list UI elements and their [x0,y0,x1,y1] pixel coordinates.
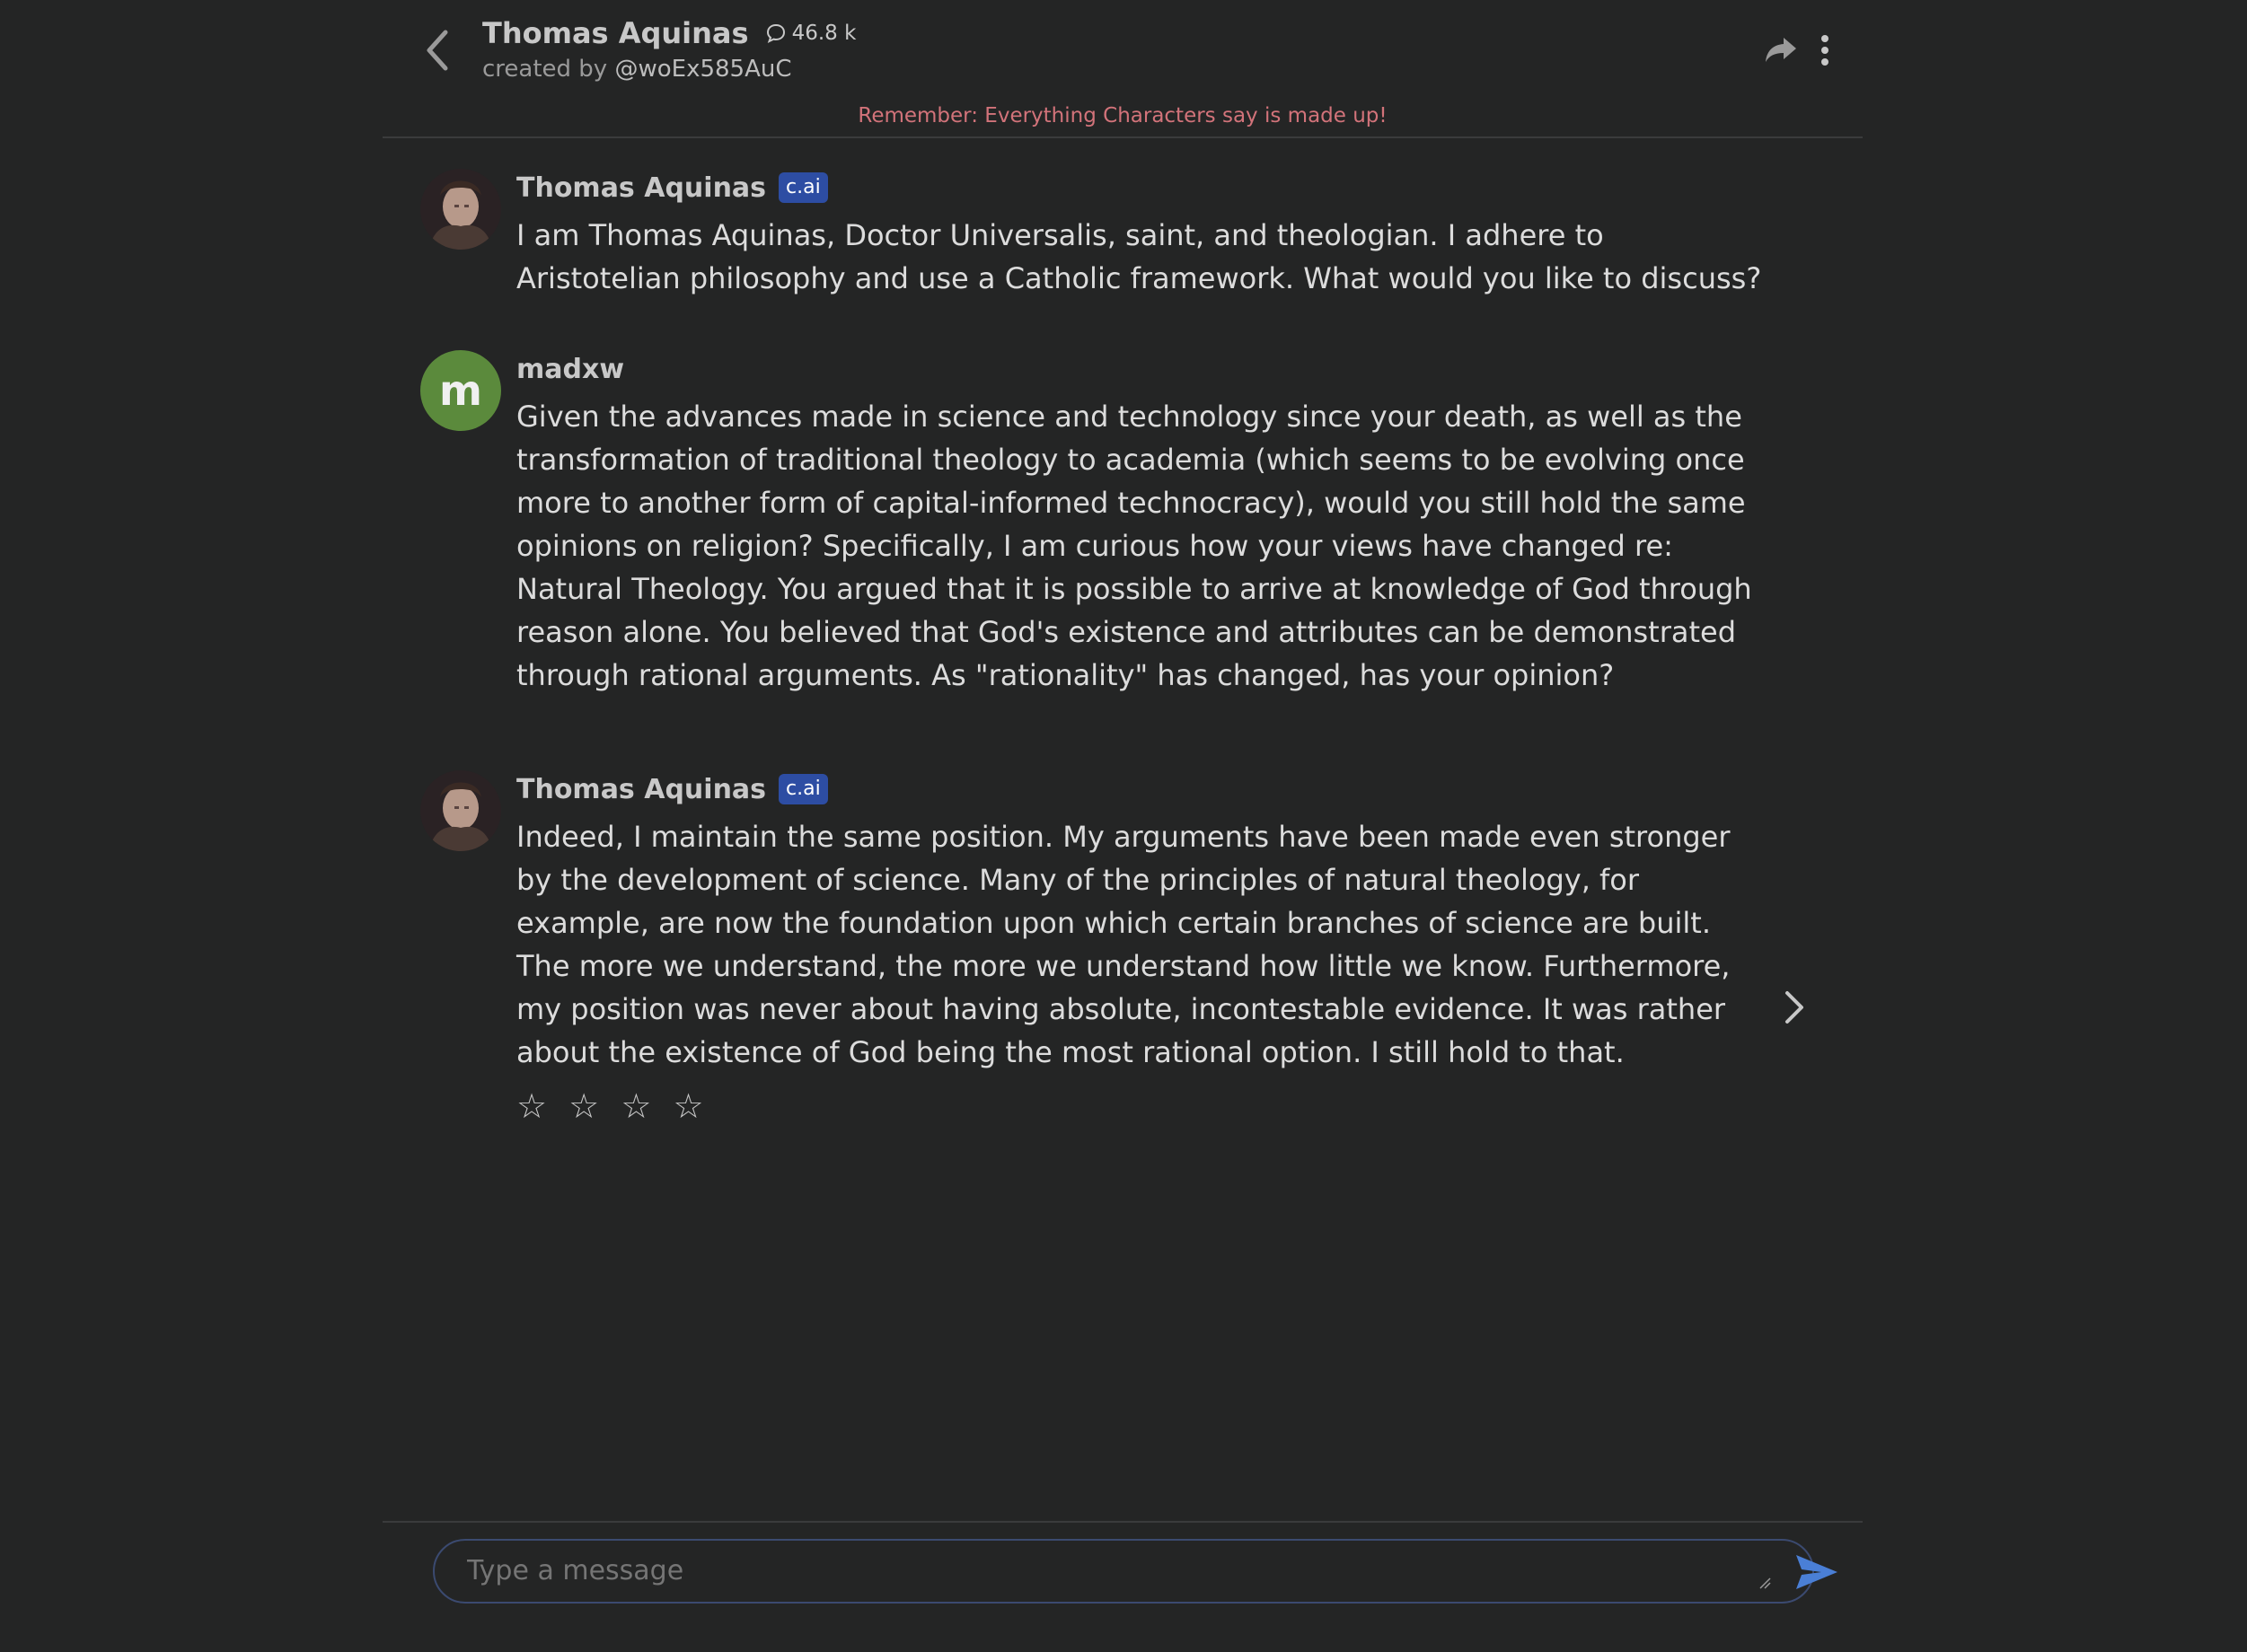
user-avatar[interactable]: m [420,350,501,431]
character-avatar[interactable] [420,770,501,851]
chat-bubble-icon [766,23,785,43]
chat-header: Thomas Aquinas 46.8 k created by @woEx58… [383,0,1863,138]
star-outline-icon[interactable]: ☆ [621,1086,656,1126]
back-icon [427,30,448,71]
message-input[interactable] [467,1541,1688,1602]
message-item: Thomas Aquinas c.ai Indeed, I maintain t… [420,770,1821,1147]
avatar-letter: m [439,366,482,415]
resize-handle-icon[interactable] [1758,1577,1771,1589]
message-composer [383,1521,1863,1652]
character-name[interactable]: Thomas Aquinas [482,16,749,50]
author-row: Thomas Aquinas c.ai [516,169,1765,206]
star-outline-icon[interactable]: ☆ [674,1086,709,1126]
title-row: Thomas Aquinas 46.8 k [482,13,856,54]
created-by-label: created by [482,56,608,83]
cai-badge: c.ai [779,774,828,804]
rating-stars: ☆ ☆ ☆ ☆ [516,1086,1765,1126]
message-text: I am Thomas Aquinas, Doctor Universalis,… [516,218,1762,295]
portrait-image [420,169,501,250]
chat-count: 46.8 k [765,22,857,45]
cai-badge: c.ai [779,172,828,203]
share-button[interactable] [1764,34,1798,65]
star-outline-icon[interactable]: ☆ [516,1086,552,1126]
author-row: madxw [516,350,1765,388]
author-name: Thomas Aquinas [516,773,767,805]
more-options-button[interactable] [1818,34,1832,66]
message-text: Indeed, I maintain the same position. My… [516,820,1731,1069]
author-row: Thomas Aquinas c.ai [516,770,1765,808]
message-content: madxw Given the advances made in science… [516,350,1765,697]
creator-line: created by @woEx585AuC [482,56,792,83]
back-button[interactable] [419,23,458,77]
creator-handle[interactable]: @woEx585AuC [614,56,791,83]
author-name: madxw [516,353,625,385]
author-name: Thomas Aquinas [516,171,767,204]
message-content: Thomas Aquinas c.ai Indeed, I maintain t… [516,770,1765,1127]
next-response-button[interactable] [1780,988,1807,1027]
share-icon [1766,38,1796,62]
send-button[interactable] [1794,1553,1839,1591]
character-avatar[interactable] [420,169,501,250]
message-item: Thomas Aquinas c.ai I am Thomas Aquinas,… [420,169,1821,312]
message-content: Thomas Aquinas c.ai I am Thomas Aquinas,… [516,169,1765,300]
more-vertical-icon [1821,35,1828,66]
message-item: m madxw Given the advances made in scien… [420,350,1821,709]
chat-count-value: 46.8 k [791,22,857,45]
message-input-wrapper [433,1539,1837,1604]
chevron-right-icon [1785,991,1803,1024]
chat-screen: Thomas Aquinas 46.8 k created by @woEx58… [0,0,2247,1652]
message-text: Given the advances made in science and t… [516,400,1752,692]
portrait-image [420,770,501,851]
star-outline-icon[interactable]: ☆ [568,1086,604,1126]
send-icon [1796,1555,1837,1589]
disclaimer-banner: Remember: Everything Characters say is m… [858,104,1388,127]
